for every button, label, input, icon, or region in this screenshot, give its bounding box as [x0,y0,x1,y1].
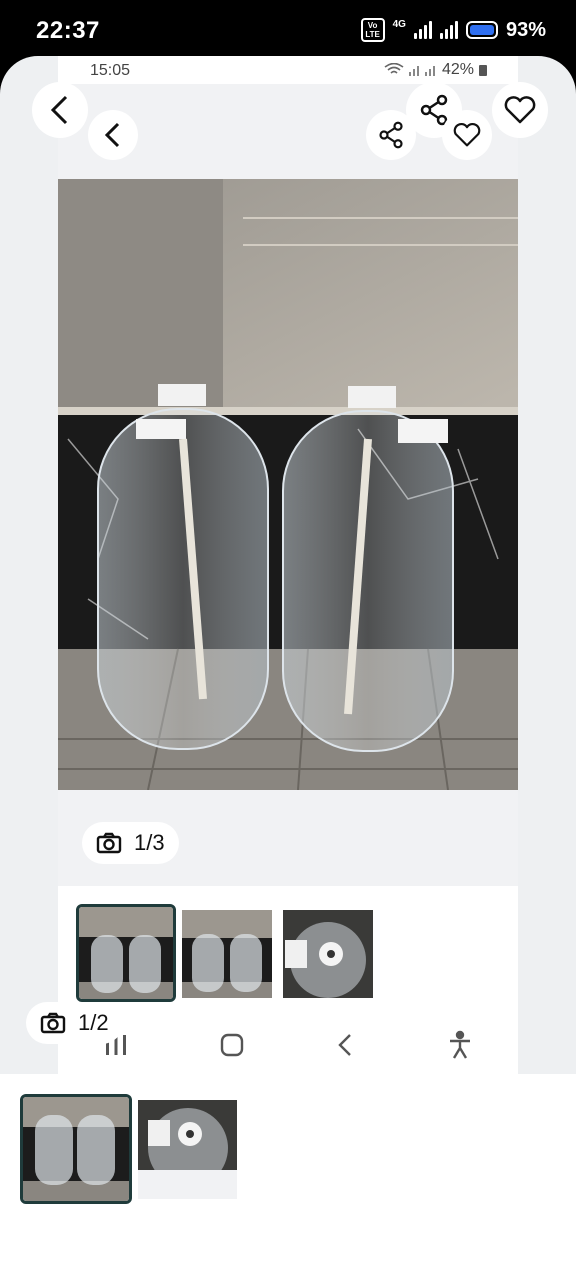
back-nav-icon [338,1034,351,1056]
inner-photo-counter: 1/3 [82,822,179,864]
signal-icon-2 [439,21,458,39]
heart-icon [504,96,536,124]
share-icon [379,121,403,149]
favorite-button[interactable] [492,82,548,138]
status-icons: Vo LTE 4G 93% [360,18,546,42]
inner-share-button[interactable] [366,110,416,160]
inner-status-icons: 42% [384,61,488,79]
system-nav-bar [0,1268,576,1280]
thumbnail-2[interactable] [138,1100,237,1199]
status-time: 22:37 [36,17,100,44]
inner-status-time: 15:05 [90,62,131,79]
chevron-left-icon [104,122,120,148]
signal-icon [413,21,432,39]
counter-text: 1/2 [78,1010,109,1035]
home-icon [220,1033,244,1057]
app-screen: 15:05 42% 1/3 1/2 [0,56,576,1280]
heart-icon [453,122,481,147]
thumbnail-strip [0,1074,576,1280]
volte-icon: Vo LTE [360,18,385,42]
battery-icon [479,65,487,76]
inner-thumbnail-3[interactable] [283,910,373,998]
wifi-icon [384,63,404,74]
signal-icon [408,66,435,76]
photo-counter: 1/2 [26,1002,123,1044]
device-status-bar: 22:37 Vo LTE 4G 93% [0,0,576,62]
camera-icon [40,1012,66,1034]
inner-thumbnail-2[interactable] [182,910,272,998]
inner-battery-level: 42% [441,61,474,78]
inner-back-button[interactable] [88,110,138,160]
inner-status-bar: 15:05 42% [58,56,518,84]
camera-icon [96,832,122,854]
battery-icon [465,21,498,39]
inner-nav-bar [58,1016,518,1074]
network-type: 4G [392,18,406,30]
inner-counter-text: 1/3 [134,830,165,855]
battery-level: 93% [505,18,546,41]
accessibility-icon [450,1030,470,1059]
back-button[interactable] [32,82,88,138]
inner-thumbnail-1[interactable] [76,904,176,1002]
thumbnail-1[interactable] [20,1094,132,1204]
product-photo[interactable] [58,179,518,790]
chevron-left-icon [50,95,68,125]
inner-favorite-button[interactable] [442,110,492,160]
